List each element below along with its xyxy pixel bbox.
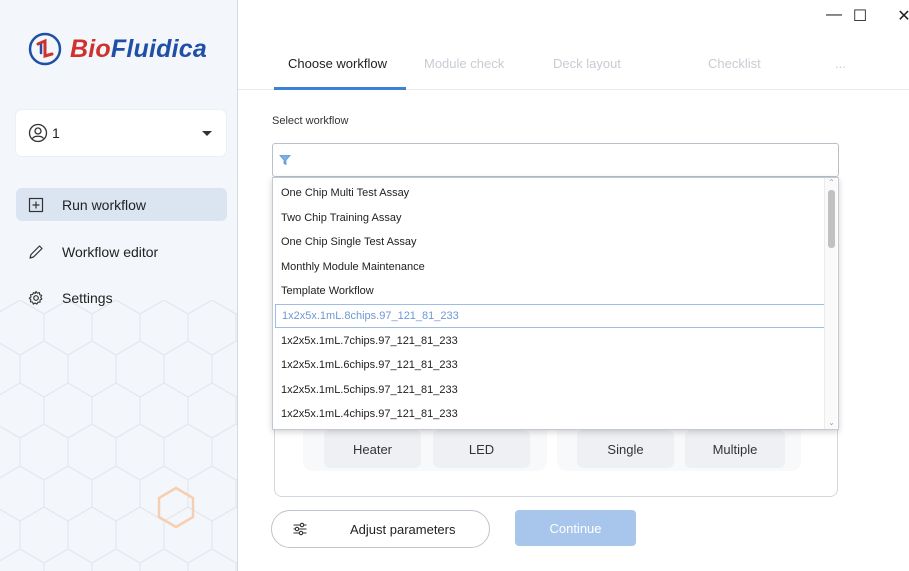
brand-logo: BioFluidica (28, 32, 207, 66)
maximize-button[interactable]: ☐ (848, 6, 872, 26)
workflow-dropdown-list: One Chip Multi Test Assay Two Chip Train… (272, 177, 839, 430)
continue-button[interactable]: Continue (515, 510, 636, 546)
workflow-search-input[interactable] (272, 143, 839, 177)
workflow-steps-tabs: Choose workflow Module check Deck layout… (238, 40, 909, 90)
app-window: BioFluidica 1 Run workflow Workflow edit… (0, 0, 909, 571)
pencil-icon (29, 244, 43, 259)
module-tile-multiple[interactable]: Multiple (685, 430, 785, 468)
gear-icon (28, 290, 43, 305)
tab-checklist[interactable]: Checklist (708, 56, 761, 71)
sidebar-item-label: Settings (62, 289, 113, 306)
scroll-down-icon[interactable]: ⌄ (827, 418, 836, 427)
list-item[interactable]: Monthly Module Maintenance (275, 255, 825, 279)
brand-name: BioFluidica (70, 34, 207, 63)
adjust-parameters-label: Adjust parameters (350, 521, 456, 537)
user-dropdown[interactable]: 1 (16, 110, 226, 156)
list-item[interactable]: 1x2x5x.1mL.6chips.97_121_81_233 (275, 353, 825, 377)
list-item[interactable]: 1x2x5x.1mL.5chips.97_121_81_233 (275, 378, 825, 402)
list-item[interactable]: Two Chip Training Assay (275, 206, 825, 230)
sidebar-item-run-workflow[interactable]: Run workflow (16, 188, 227, 221)
active-tab-indicator (274, 87, 406, 90)
list-item[interactable]: One Chip Multi Test Assay (275, 181, 825, 205)
user-avatar-icon (28, 123, 48, 143)
plus-square-icon (28, 197, 44, 212)
list-item[interactable]: Template Workflow (275, 279, 825, 303)
scroll-up-icon[interactable]: ⌃ (827, 178, 836, 187)
user-name: 1 (52, 125, 60, 141)
sidebar: BioFluidica 1 Run workflow Workflow edit… (0, 0, 238, 571)
module-tile-led[interactable]: LED (433, 430, 530, 468)
scrollbar-thumb[interactable] (828, 190, 835, 248)
module-tile-single[interactable]: Single (577, 430, 674, 468)
list-item[interactable]: 1x2x5x.1mL.4chips.97_121_81_233 (275, 402, 825, 426)
list-item[interactable]: 1x2x5x.1mL.7chips.97_121_81_233 (275, 329, 825, 353)
list-item[interactable]: One Chip Single Test Assay (275, 230, 825, 254)
tab-choose-workflow[interactable]: Choose workflow (288, 56, 387, 71)
minimize-button[interactable]: — (822, 6, 846, 24)
sidebar-item-settings[interactable]: Settings (16, 281, 227, 314)
module-tile-heater[interactable]: Heater (324, 430, 421, 468)
biofluidica-logo-icon (28, 32, 62, 66)
close-button[interactable]: ✕ (892, 6, 909, 26)
select-workflow-label: Select workflow (272, 115, 349, 127)
sliders-icon (293, 522, 307, 536)
dropdown-scrollbar[interactable]: ⌃ ⌄ (824, 178, 837, 429)
list-item-highlighted[interactable]: 1x2x5x.1mL.8chips.97_121_81_233 (275, 304, 825, 328)
chevron-down-icon (202, 130, 212, 136)
tab-deck-layout[interactable]: Deck layout (553, 56, 621, 71)
tab-more[interactable]: ... (835, 56, 846, 71)
filter-icon (279, 155, 291, 166)
adjust-parameters-button[interactable]: Adjust parameters (271, 510, 490, 548)
sidebar-item-workflow-editor[interactable]: Workflow editor (16, 235, 227, 268)
sidebar-item-label: Run workflow (62, 196, 147, 213)
tab-module-check[interactable]: Module check (424, 56, 504, 71)
sidebar-item-label: Workflow editor (62, 243, 159, 260)
